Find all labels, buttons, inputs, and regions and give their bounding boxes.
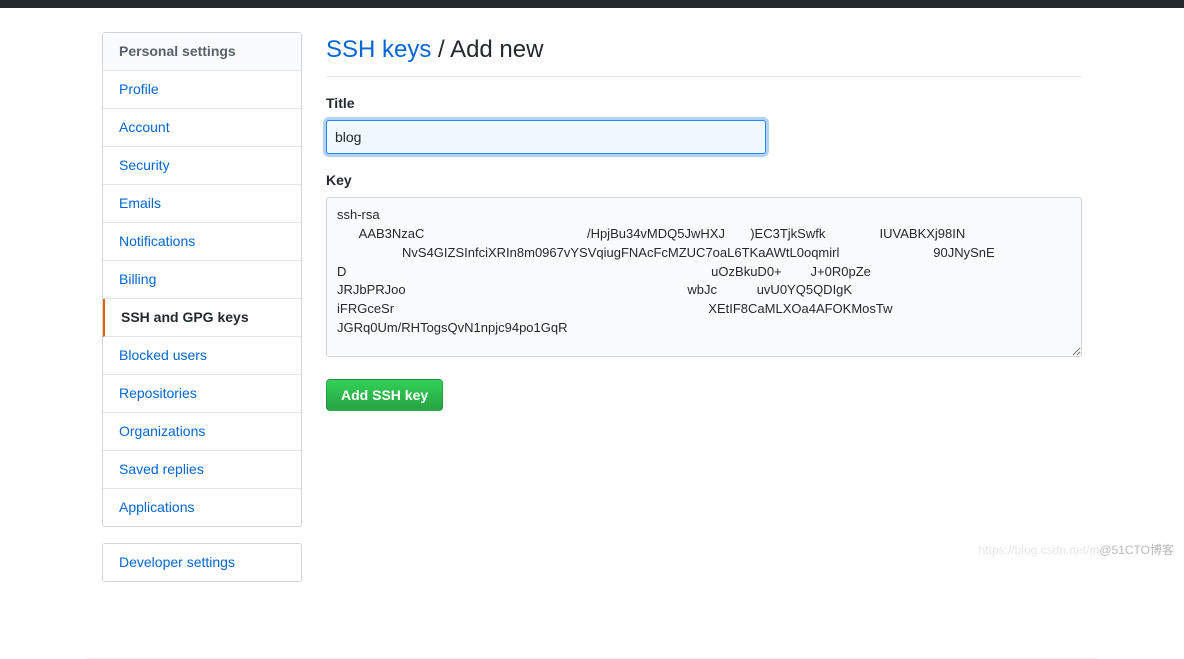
title-label: Title — [326, 93, 1082, 114]
key-label: Key — [326, 170, 1082, 191]
sidebar-item-repositories[interactable]: Repositories — [103, 375, 301, 413]
window-top-bar — [0, 0, 1184, 8]
title-form-group: Title — [326, 93, 1082, 154]
sidebar-heading: Personal settings — [103, 33, 301, 71]
settings-sidebar: Personal settings Profile Account Securi… — [102, 32, 302, 598]
sidebar-menu-personal: Personal settings Profile Account Securi… — [102, 32, 302, 527]
sidebar-menu-developer: Developer settings — [102, 543, 302, 582]
sidebar-item-profile[interactable]: Profile — [103, 71, 301, 109]
watermark: https://blog.csdn.net/m@51CTO博客 — [979, 541, 1174, 559]
watermark-text: @51CTO博客 — [1099, 543, 1174, 557]
sidebar-item-applications[interactable]: Applications — [103, 489, 301, 526]
breadcrumb-current: Add new — [450, 36, 543, 63]
sidebar-item-ssh-gpg-keys[interactable]: SSH and GPG keys — [103, 299, 301, 337]
add-ssh-key-button[interactable]: Add SSH key — [326, 379, 443, 411]
sidebar-item-notifications[interactable]: Notifications — [103, 223, 301, 261]
key-form-group: Key ssh-rsa AAB3NzaC /HpjBu34vMDQ5JwHXJ … — [326, 170, 1082, 363]
key-textarea[interactable]: ssh-rsa AAB3NzaC /HpjBu34vMDQ5JwHXJ )EC3… — [326, 197, 1082, 357]
sidebar-item-developer-settings[interactable]: Developer settings — [103, 544, 301, 581]
main-content: SSH keys / Add new Title Key ssh-rsa AAB… — [326, 32, 1082, 598]
sidebar-item-account[interactable]: Account — [103, 109, 301, 147]
breadcrumb-separator: / — [431, 36, 450, 63]
watermark-url: https://blog.csdn.net/m — [979, 543, 1100, 557]
sidebar-item-organizations[interactable]: Organizations — [103, 413, 301, 451]
sidebar-item-blocked-users[interactable]: Blocked users — [103, 337, 301, 375]
sidebar-item-saved-replies[interactable]: Saved replies — [103, 451, 301, 489]
title-input[interactable] — [326, 120, 766, 154]
sidebar-item-security[interactable]: Security — [103, 147, 301, 185]
sidebar-item-emails[interactable]: Emails — [103, 185, 301, 223]
breadcrumb-ssh-keys[interactable]: SSH keys — [326, 36, 431, 63]
page-title: SSH keys / Add new — [326, 32, 1082, 77]
sidebar-item-billing[interactable]: Billing — [103, 261, 301, 299]
